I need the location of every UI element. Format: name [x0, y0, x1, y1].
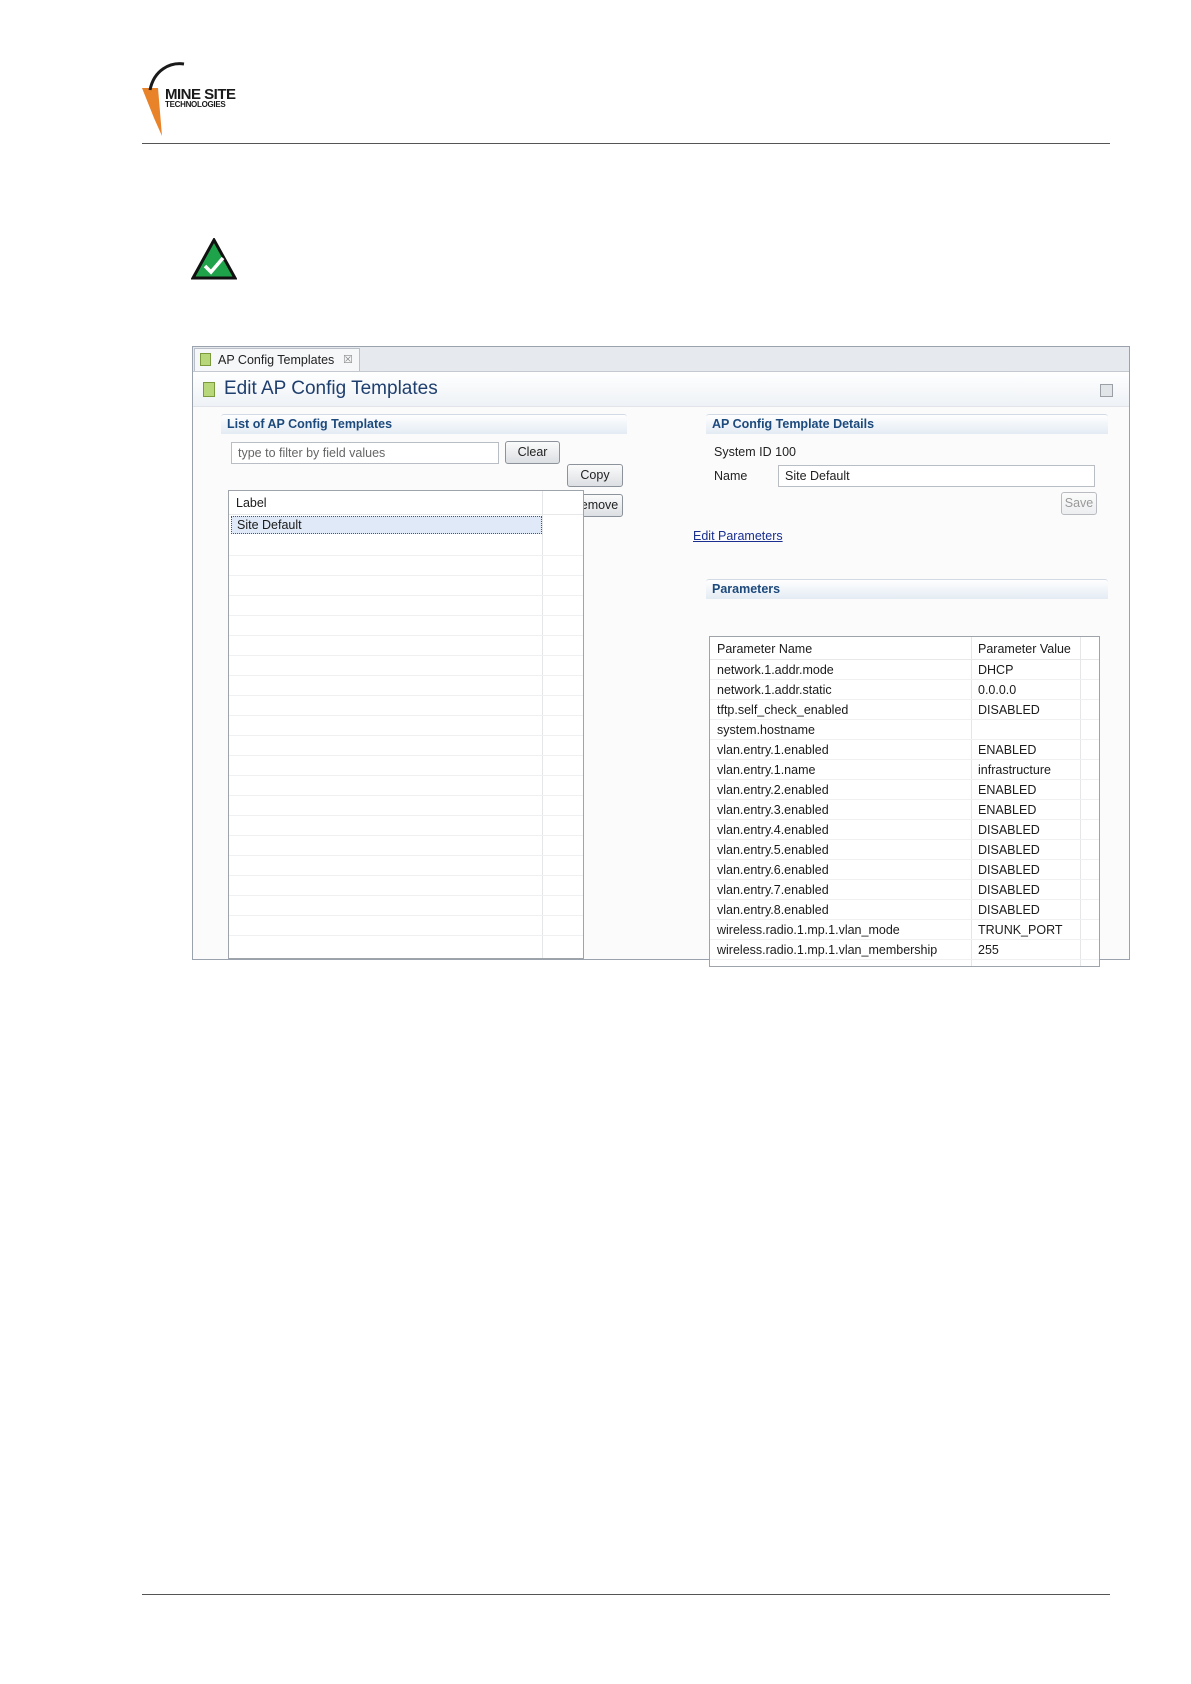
name-field[interactable]: Site Default — [778, 465, 1095, 487]
templates-section-header: List of AP Config Templates — [221, 414, 627, 434]
parameters-section-header: Parameters — [706, 579, 1108, 599]
header-divider — [142, 143, 1110, 144]
tab-label: AP Config Templates — [218, 353, 335, 367]
table-row[interactable]: system.hostname — [710, 720, 1099, 740]
column-header-name: Parameter Name — [717, 642, 813, 656]
table-row[interactable]: vlan.entry.6.enabled DISABLED — [710, 860, 1099, 880]
param-value: ENABLED — [978, 803, 1037, 817]
table-row[interactable]: vlan.entry.4.enabled DISABLED — [710, 820, 1099, 840]
row-line — [229, 915, 583, 916]
table-row[interactable]: vlan.entry.3.enabled ENABLED — [710, 800, 1099, 820]
column-header-value: Parameter Value — [978, 642, 1071, 656]
view-title-bar: Edit AP Config Templates — [193, 372, 1129, 407]
row-line — [229, 875, 583, 876]
column-divider — [542, 491, 543, 958]
row-line — [229, 655, 583, 656]
ap-config-window: AP Config Templates ☒ Edit AP Config Tem… — [192, 346, 1130, 967]
param-name: vlan.entry.1.name — [717, 763, 816, 777]
table-row[interactable]: vlan.entry.5.enabled DISABLED — [710, 840, 1099, 860]
param-name: vlan.entry.7.enabled — [717, 883, 829, 897]
param-name: system.hostname — [717, 723, 815, 737]
system-id-text: System ID 100 — [714, 445, 796, 459]
param-value: DISABLED — [978, 703, 1040, 717]
parameters-table[interactable]: Parameter Name Parameter Value network.1… — [709, 636, 1100, 967]
param-value: DISABLED — [978, 883, 1040, 897]
column-header-label: Label — [236, 496, 267, 510]
clear-button[interactable]: Clear — [505, 441, 560, 464]
row-line — [229, 895, 583, 896]
row-line — [229, 715, 583, 716]
row-line — [229, 835, 583, 836]
save-disk-icon[interactable] — [1100, 384, 1113, 397]
table-row[interactable]: wireless.radio.1.mp.1.vlan_mode TRUNK_POR… — [710, 920, 1099, 940]
param-value: 0.0.0.0 — [978, 683, 1017, 697]
name-label: Name — [714, 469, 748, 483]
page-title: Edit AP Config Templates — [224, 378, 438, 399]
row-line — [229, 675, 583, 676]
param-name: wireless.radio.1.mp.1.vlan_membership — [717, 943, 938, 957]
parameters-table-header: Parameter Name Parameter Value — [710, 637, 1099, 660]
list-header: Label — [229, 491, 583, 515]
table-row[interactable]: vlan.entry.8.enabled DISABLED — [710, 900, 1099, 920]
template-doc-icon — [203, 382, 215, 397]
filter-input[interactable]: type to filter by field values — [231, 442, 499, 464]
copy-button[interactable]: Copy — [567, 464, 623, 487]
param-value: DHCP — [978, 663, 1014, 677]
row-line — [229, 775, 583, 776]
edit-parameters-link[interactable]: Edit Parameters — [693, 529, 783, 543]
param-name: tftp.self_check_enabled — [717, 703, 849, 717]
tab-ap-config-templates[interactable]: AP Config Templates ☒ — [194, 348, 360, 371]
logo-subtext: TECHNOLOGIES — [165, 100, 226, 109]
save-button[interactable]: Save — [1061, 492, 1097, 515]
param-name: vlan.entry.2.enabled — [717, 783, 829, 797]
param-value: DISABLED — [978, 863, 1040, 877]
table-row[interactable]: network.1.addr.static 0.0.0.0 — [710, 680, 1099, 700]
row-line — [229, 555, 583, 556]
param-name: network.1.addr.mode — [717, 663, 834, 677]
row-line — [229, 815, 583, 816]
list-item-selected[interactable]: Site Default — [231, 516, 542, 534]
table-row[interactable]: vlan.entry.2.enabled ENABLED — [710, 780, 1099, 800]
param-name: vlan.entry.8.enabled — [717, 903, 829, 917]
row-line — [229, 935, 583, 936]
note-check-icon — [191, 238, 237, 280]
row-line — [229, 615, 583, 616]
row-line — [229, 695, 583, 696]
param-value: DISABLED — [978, 843, 1040, 857]
param-name: vlan.entry.5.enabled — [717, 843, 829, 857]
table-row[interactable]: vlan.entry.7.enabled DISABLED — [710, 880, 1099, 900]
row-line — [229, 735, 583, 736]
param-value: infrastructure — [978, 763, 1051, 777]
param-value: DISABLED — [978, 823, 1040, 837]
table-row[interactable]: vlan.entry.1.name infrastructure — [710, 760, 1099, 780]
param-value: 255 — [978, 943, 999, 957]
templates-list[interactable]: Label Site Default — [228, 490, 584, 959]
param-name: vlan.entry.3.enabled — [717, 803, 829, 817]
param-name: network.1.addr.static — [717, 683, 832, 697]
editor-view: Edit AP Config Templates List of AP Conf… — [193, 372, 1129, 967]
param-name: vlan.entry.1.enabled — [717, 743, 829, 757]
param-value: DISABLED — [978, 903, 1040, 917]
footer-divider — [142, 1594, 1110, 1595]
row-line — [229, 855, 583, 856]
editor-tab-strip: AP Config Templates ☒ — [193, 347, 1129, 372]
row-line — [229, 595, 583, 596]
row-line — [229, 575, 583, 576]
param-value: ENABLED — [978, 743, 1037, 757]
table-row[interactable]: network.1.addr.mode DHCP — [710, 660, 1099, 680]
param-value: ENABLED — [978, 783, 1037, 797]
template-doc-icon — [200, 353, 211, 366]
row-line — [229, 755, 583, 756]
param-name: wireless.radio.1.mp.1.vlan_mode — [717, 923, 900, 937]
param-name: vlan.entry.6.enabled — [717, 863, 829, 877]
row-line — [229, 635, 583, 636]
row-line — [229, 795, 583, 796]
close-icon[interactable]: ☒ — [343, 349, 353, 371]
table-row[interactable]: vlan.entry.1.enabled ENABLED — [710, 740, 1099, 760]
details-section-header: AP Config Template Details — [706, 414, 1108, 434]
param-value: TRUNK_PORT — [978, 923, 1063, 937]
table-row[interactable]: wireless.radio.1.mp.1.vlan_membership 255 — [710, 940, 1099, 960]
table-row[interactable]: tftp.self_check_enabled DISABLED — [710, 700, 1099, 720]
param-name: vlan.entry.4.enabled — [717, 823, 829, 837]
